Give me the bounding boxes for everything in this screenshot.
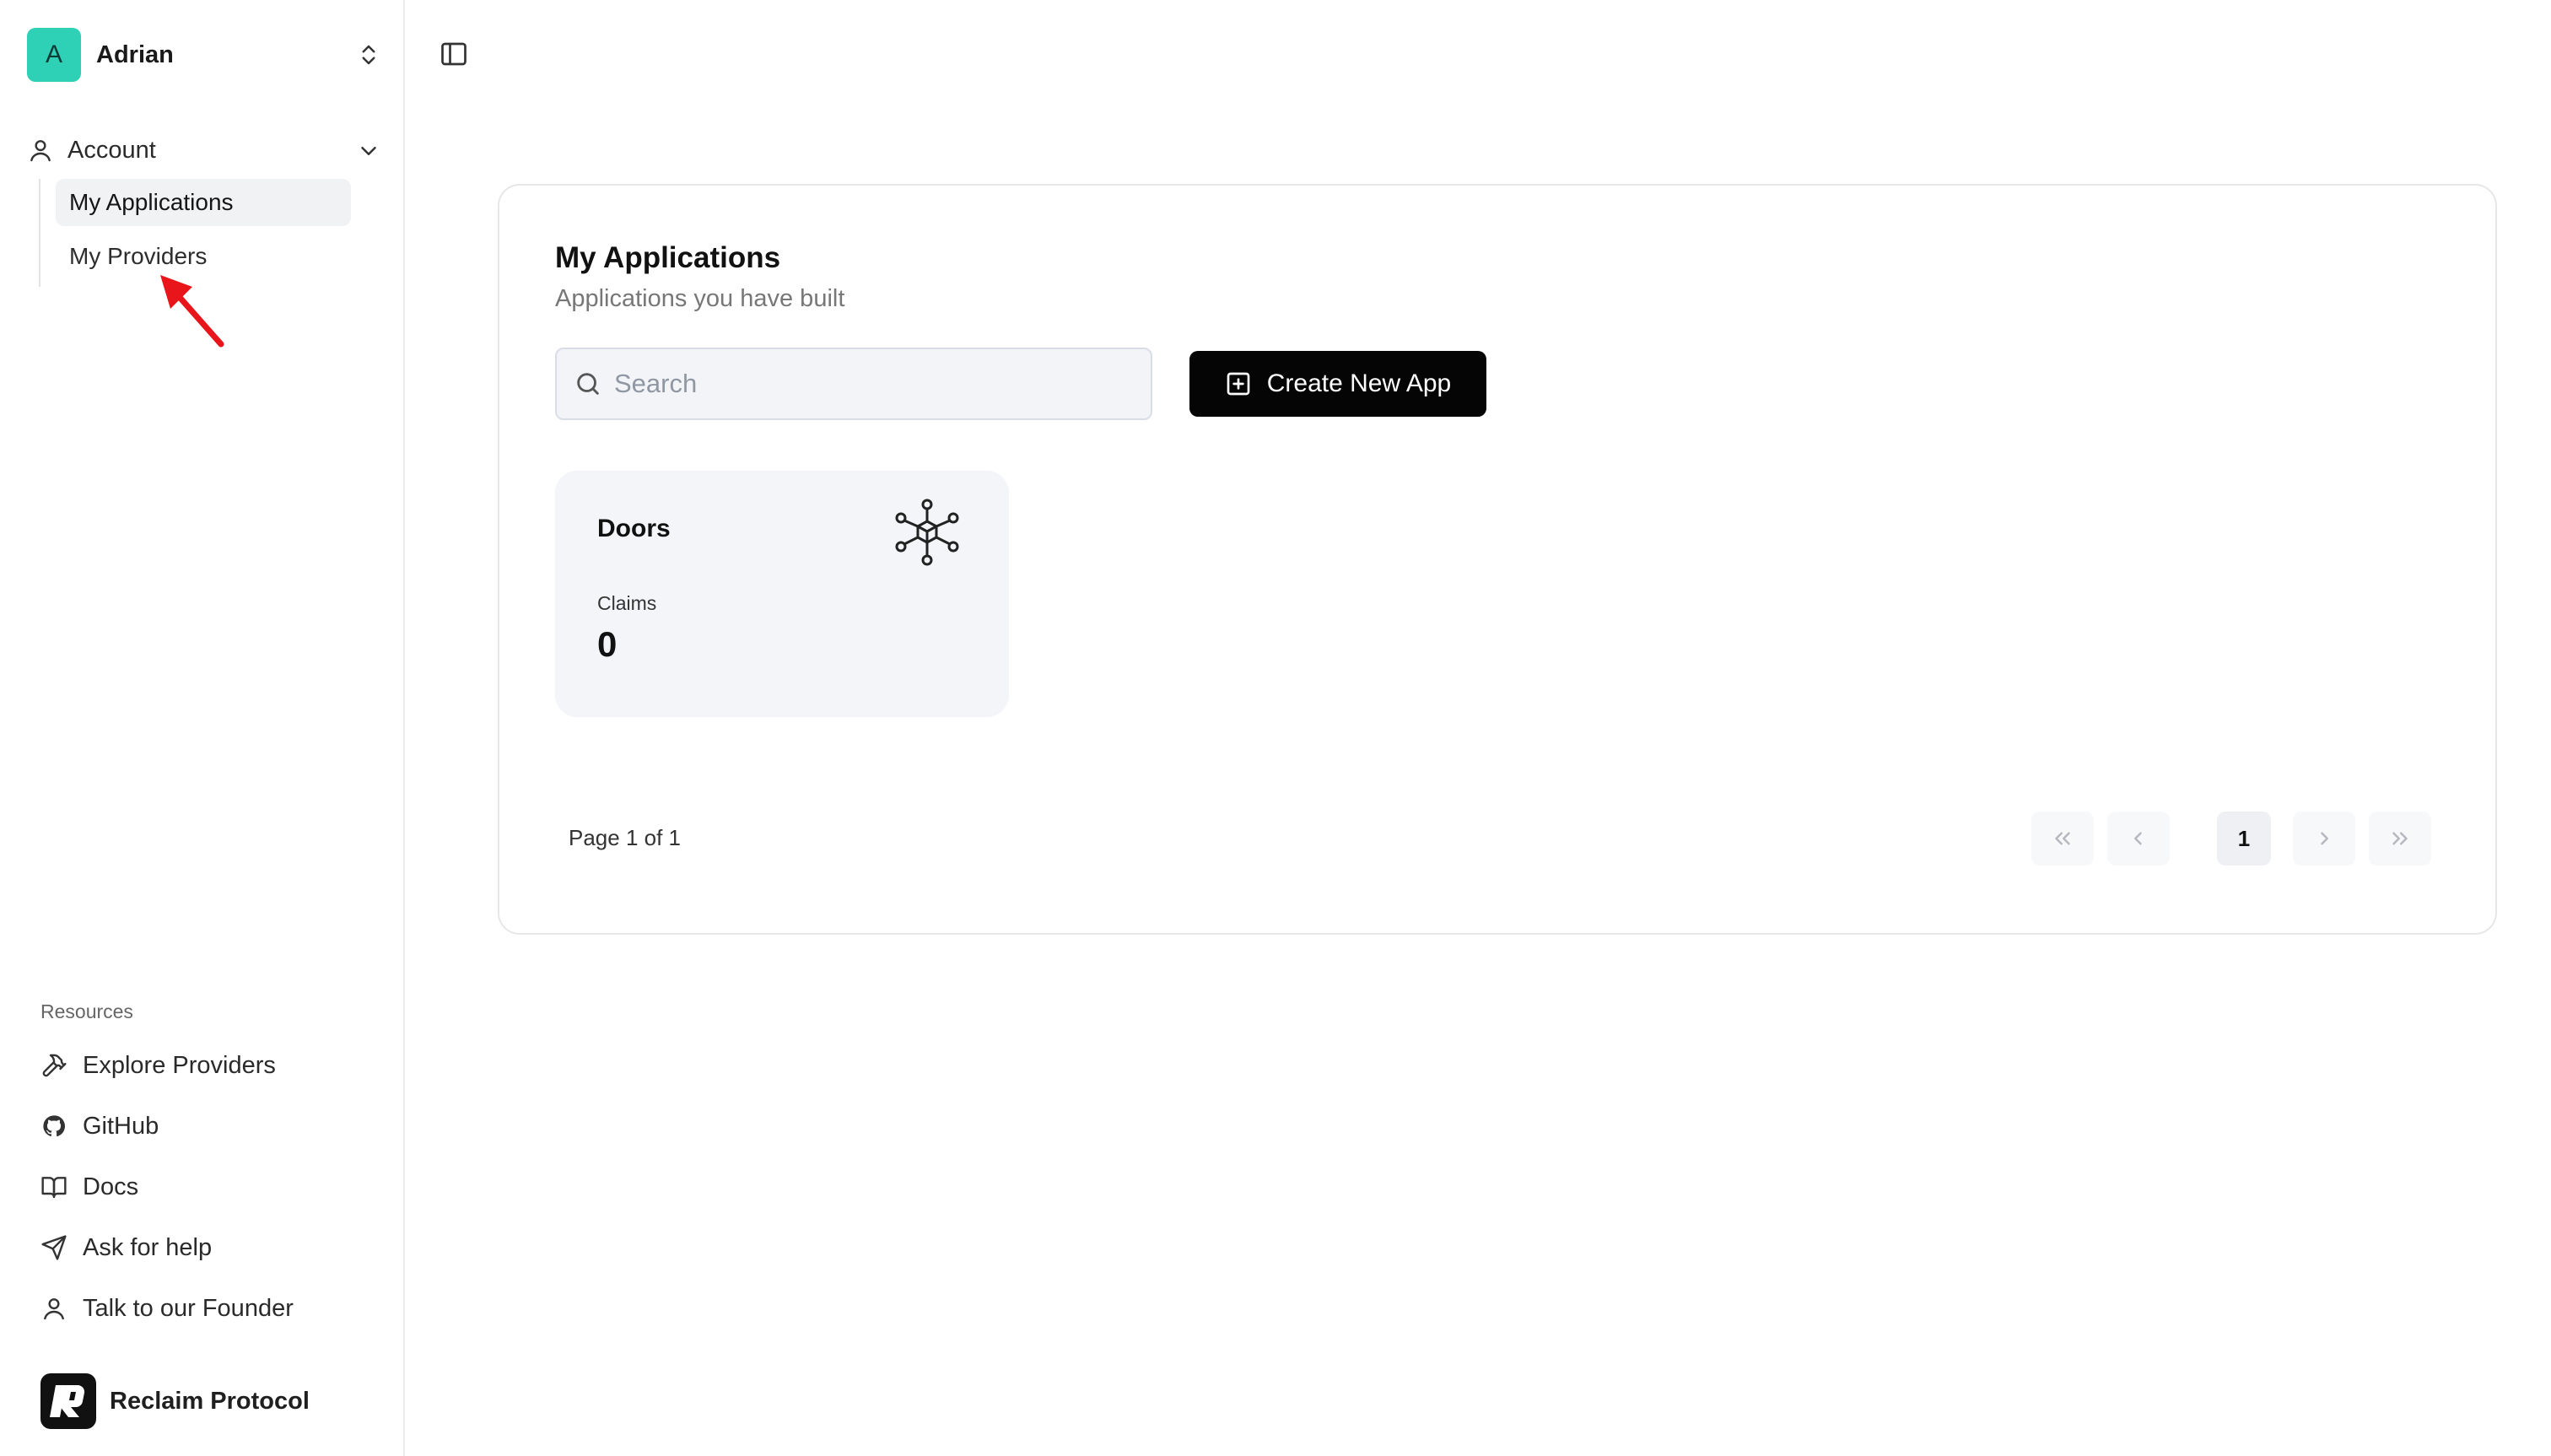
- search-icon: [577, 373, 599, 395]
- brand-name: Reclaim Protocol: [110, 1387, 310, 1415]
- user-name: Adrian: [96, 40, 174, 68]
- nav-item-my-applications[interactable]: My Applications: [56, 179, 351, 226]
- sidebar-toggle-icon[interactable]: [439, 39, 469, 69]
- annotation-arrow: [160, 275, 224, 348]
- resource-ask-for-help[interactable]: Ask for help: [40, 1227, 378, 1269]
- resource-label: Docs: [83, 1173, 139, 1200]
- user-switcher[interactable]: A Adrian: [27, 27, 381, 83]
- resources-title: Resources: [40, 1000, 133, 1022]
- chevron-up-down-icon: [362, 45, 375, 65]
- chevrons-left-icon: [2055, 832, 2070, 845]
- sidebar: A Adrian Account My Applications My Prov…: [0, 0, 405, 1456]
- book-icon: [41, 1177, 67, 1199]
- chevron-left-icon: [2134, 832, 2142, 845]
- chevron-down-icon: [361, 147, 376, 155]
- claims-value: 0: [597, 624, 618, 664]
- user-icon: [30, 140, 51, 162]
- last-page-button[interactable]: [2369, 812, 2431, 866]
- github-icon: [43, 1115, 66, 1137]
- claims-label: Claims: [597, 592, 657, 614]
- search-input[interactable]: [614, 369, 1120, 399]
- resource-talk-to-founder[interactable]: Talk to our Founder: [40, 1287, 378, 1329]
- nav-account-toggle[interactable]: Account: [27, 132, 381, 169]
- next-page-button[interactable]: [2293, 812, 2355, 866]
- page-number: 1: [2237, 825, 2251, 851]
- hammer-icon: [42, 1054, 67, 1077]
- user-icon: [44, 1298, 64, 1320]
- page-title: My Applications: [555, 241, 781, 274]
- resource-explore-providers[interactable]: Explore Providers: [40, 1044, 378, 1087]
- resource-docs[interactable]: Docs: [40, 1166, 378, 1208]
- nav-account-label: Account: [67, 136, 156, 164]
- avatar: A: [27, 28, 81, 82]
- app-name: Doors: [597, 515, 671, 542]
- resource-github[interactable]: GitHub: [40, 1105, 378, 1147]
- page-1-button[interactable]: 1: [2217, 812, 2271, 866]
- create-new-app-label: Create New App: [1266, 369, 1452, 397]
- plus-square-icon: [1227, 372, 1250, 396]
- create-new-app-button[interactable]: Create New App: [1189, 351, 1486, 417]
- search-box[interactable]: [555, 348, 1152, 420]
- resource-label: GitHub: [83, 1112, 159, 1140]
- send-icon: [41, 1235, 67, 1260]
- resource-label: Explore Providers: [83, 1051, 276, 1079]
- network-cube-icon: [895, 499, 959, 566]
- app-card[interactable]: Doors Claims 0: [555, 471, 1009, 717]
- chevrons-right-icon: [2392, 832, 2408, 845]
- app-root: A Adrian Account My Applications My Prov…: [0, 0, 2551, 1456]
- previous-page-button[interactable]: [2107, 812, 2170, 866]
- chevron-right-icon: [2321, 832, 2328, 845]
- first-page-button[interactable]: [2031, 812, 2094, 866]
- resource-label: Ask for help: [83, 1233, 213, 1261]
- nav-sub-divider: [39, 179, 40, 287]
- brand[interactable]: Reclaim Protocol: [40, 1373, 310, 1429]
- pagination-info: Page 1 of 1: [569, 825, 681, 850]
- reclaim-logo-icon: [40, 1373, 96, 1429]
- applications-panel: My Applications Applications you have bu…: [498, 184, 2497, 935]
- page-subtitle: Applications you have built: [555, 285, 845, 312]
- resource-label: Talk to our Founder: [83, 1294, 294, 1322]
